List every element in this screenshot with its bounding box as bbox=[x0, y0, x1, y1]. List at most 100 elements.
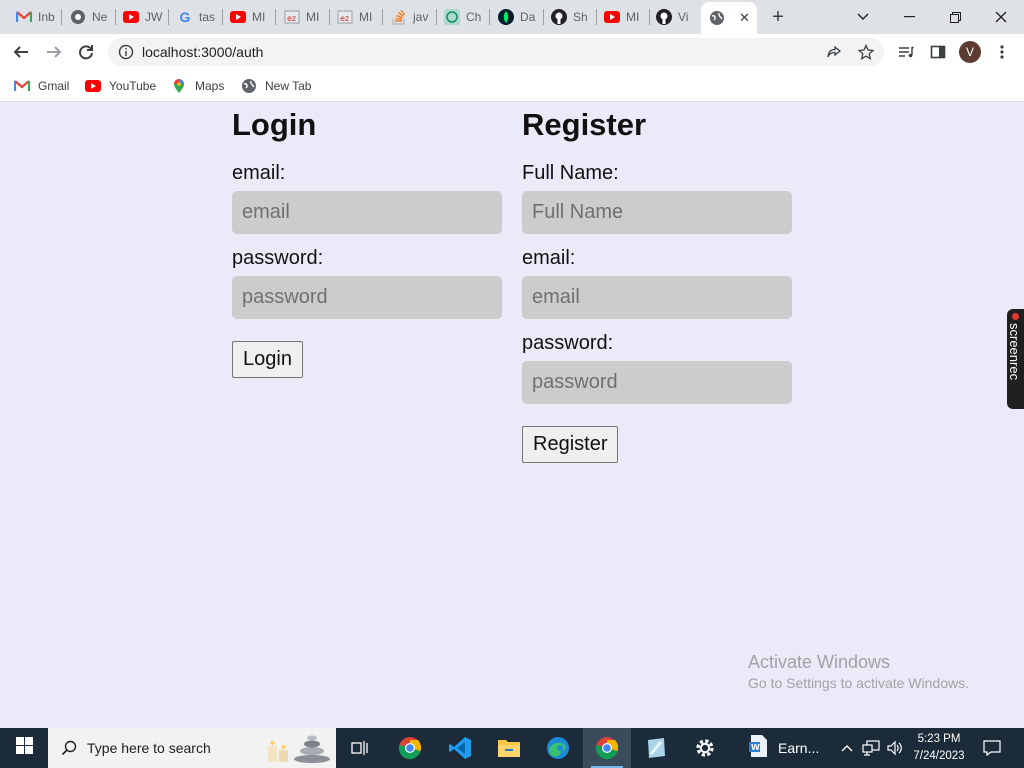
register-name-label: Full Name: bbox=[522, 162, 619, 184]
edge-taskbar-icon[interactable] bbox=[534, 728, 582, 768]
share-icon[interactable] bbox=[824, 42, 844, 62]
word-document-icon: W bbox=[748, 734, 768, 763]
mongodb-icon bbox=[498, 9, 514, 25]
task-view-button[interactable] bbox=[336, 728, 384, 768]
clock-date: 7/24/2023 bbox=[913, 750, 965, 762]
globe-icon bbox=[241, 78, 257, 94]
taskbar-search-placeholder: Type here to search bbox=[87, 740, 211, 756]
bookmark-new-tab[interactable]: New Tab bbox=[241, 76, 311, 96]
browser-tab[interactable]: G tas bbox=[177, 5, 223, 29]
login-email-input[interactable] bbox=[232, 191, 502, 234]
youtube-icon bbox=[123, 9, 139, 25]
bookmark-maps[interactable]: Maps bbox=[171, 76, 224, 96]
bookmark-youtube[interactable]: YouTube bbox=[85, 76, 156, 96]
taskbar-clock[interactable]: 5:23 PM 7/24/2023 bbox=[910, 731, 968, 765]
windows-logo-icon bbox=[15, 737, 33, 759]
login-button[interactable]: Login bbox=[232, 341, 303, 378]
browser-tab[interactable]: Sh bbox=[551, 5, 597, 29]
chrome-icon bbox=[70, 9, 86, 25]
tab-search-icon[interactable] bbox=[840, 4, 886, 30]
search-icon bbox=[61, 740, 77, 756]
register-email-label: email: bbox=[522, 247, 576, 269]
login-password-input[interactable] bbox=[232, 276, 502, 319]
register-email-input[interactable] bbox=[522, 276, 792, 319]
minimize-button[interactable] bbox=[886, 4, 932, 30]
browser-tab[interactable]: Vi bbox=[656, 5, 702, 29]
new-tab-button[interactable]: + bbox=[768, 7, 788, 27]
chrome-taskbar-icon-active[interactable] bbox=[583, 728, 631, 768]
bookmarks-bar: Gmail YouTube Maps New Tab bbox=[0, 70, 1024, 102]
browser-tab[interactable]: jav bbox=[391, 5, 437, 29]
notes-taskbar-icon[interactable] bbox=[632, 728, 680, 768]
register-button[interactable]: Register bbox=[522, 426, 619, 463]
record-dot-icon bbox=[1012, 313, 1019, 320]
svg-text:W: W bbox=[751, 743, 760, 752]
activate-windows-subtitle: Go to Settings to activate Windows. bbox=[748, 675, 969, 691]
word-app-label: Earn... bbox=[778, 740, 820, 756]
gmail-icon bbox=[14, 78, 30, 94]
browser-tab[interactable]: MI bbox=[230, 5, 276, 29]
youtube-icon bbox=[604, 9, 620, 25]
login-password-label: password: bbox=[232, 247, 324, 269]
windows-taskbar: Type here to search W Earn... 5:23 PM 7/… bbox=[0, 728, 1024, 768]
register-name-input[interactable] bbox=[522, 191, 792, 234]
clock-time: 5:23 PM bbox=[917, 733, 961, 745]
volume-icon[interactable] bbox=[884, 728, 906, 768]
show-hidden-icons-button[interactable] bbox=[836, 728, 858, 768]
bookmark-gmail[interactable]: Gmail bbox=[14, 76, 69, 96]
browser-tab[interactable]: ez MI bbox=[337, 5, 383, 29]
bookmark-star-icon[interactable] bbox=[856, 42, 876, 62]
globe-icon bbox=[709, 10, 725, 26]
close-window-button[interactable] bbox=[978, 4, 1024, 30]
login-form: Login email: password: Login bbox=[232, 103, 502, 378]
screenrec-label: screenrec bbox=[1007, 323, 1022, 381]
more-menu-icon[interactable] bbox=[992, 42, 1012, 62]
maps-icon bbox=[171, 78, 187, 94]
back-button[interactable] bbox=[9, 40, 33, 64]
file-explorer-icon[interactable] bbox=[485, 728, 533, 768]
github-icon bbox=[551, 9, 567, 25]
browser-tab[interactable]: Da bbox=[498, 5, 544, 29]
word-taskbar-app[interactable]: W Earn... bbox=[740, 728, 826, 768]
register-form: Register Full Name: email: password: Reg… bbox=[522, 103, 792, 463]
side-panel-icon[interactable] bbox=[928, 42, 948, 62]
youtube-icon bbox=[230, 9, 246, 25]
stackoverflow-icon bbox=[391, 9, 407, 25]
media-queue-icon[interactable] bbox=[896, 42, 916, 62]
forward-button[interactable] bbox=[42, 40, 66, 64]
browser-tab[interactable]: MI bbox=[604, 5, 650, 29]
browser-tab-active[interactable]: ✕ bbox=[701, 2, 757, 34]
myanimelist-icon: ez bbox=[284, 9, 300, 25]
register-password-label: password: bbox=[522, 332, 614, 354]
login-email-label: email: bbox=[232, 162, 286, 184]
notification-center-icon[interactable] bbox=[976, 728, 1008, 768]
chrome-taskbar-icon[interactable] bbox=[386, 728, 434, 768]
google-icon: G bbox=[179, 9, 191, 25]
profile-avatar[interactable]: V bbox=[959, 41, 981, 63]
reload-button[interactable] bbox=[74, 40, 98, 64]
gmail-icon bbox=[16, 9, 32, 25]
network-icon[interactable] bbox=[860, 728, 882, 768]
auth-page: Login email: password: Login Register Fu… bbox=[0, 103, 1024, 728]
browser-tab[interactable]: JW bbox=[123, 5, 169, 29]
address-url: localhost:3000/auth bbox=[142, 44, 264, 60]
vscode-taskbar-icon[interactable] bbox=[436, 728, 484, 768]
restore-button[interactable] bbox=[932, 4, 978, 30]
start-button[interactable] bbox=[0, 728, 48, 768]
svg-text:ez: ez bbox=[340, 14, 349, 23]
activate-windows-title: Activate Windows bbox=[748, 652, 891, 672]
browser-tab[interactable]: Ne bbox=[70, 5, 116, 29]
activate-windows-watermark: Activate Windows Go to Settings to activ… bbox=[748, 651, 969, 692]
settings-gear-icon[interactable] bbox=[681, 728, 729, 768]
close-tab-icon[interactable]: ✕ bbox=[739, 10, 750, 26]
address-bar[interactable]: localhost:3000/auth bbox=[108, 38, 884, 66]
register-password-input[interactable] bbox=[522, 361, 792, 404]
browser-tab[interactable]: Inb bbox=[16, 5, 62, 29]
browser-tab[interactable]: Ch bbox=[444, 5, 490, 29]
screenrec-widget[interactable]: screenrec bbox=[1007, 309, 1024, 409]
browser-toolbar: localhost:3000/auth bbox=[0, 34, 1024, 70]
register-title: Register bbox=[522, 107, 647, 142]
info-icon[interactable] bbox=[118, 44, 134, 60]
browser-tab[interactable]: ez MI bbox=[284, 5, 330, 29]
taskbar-search-box[interactable]: Type here to search bbox=[48, 728, 336, 768]
